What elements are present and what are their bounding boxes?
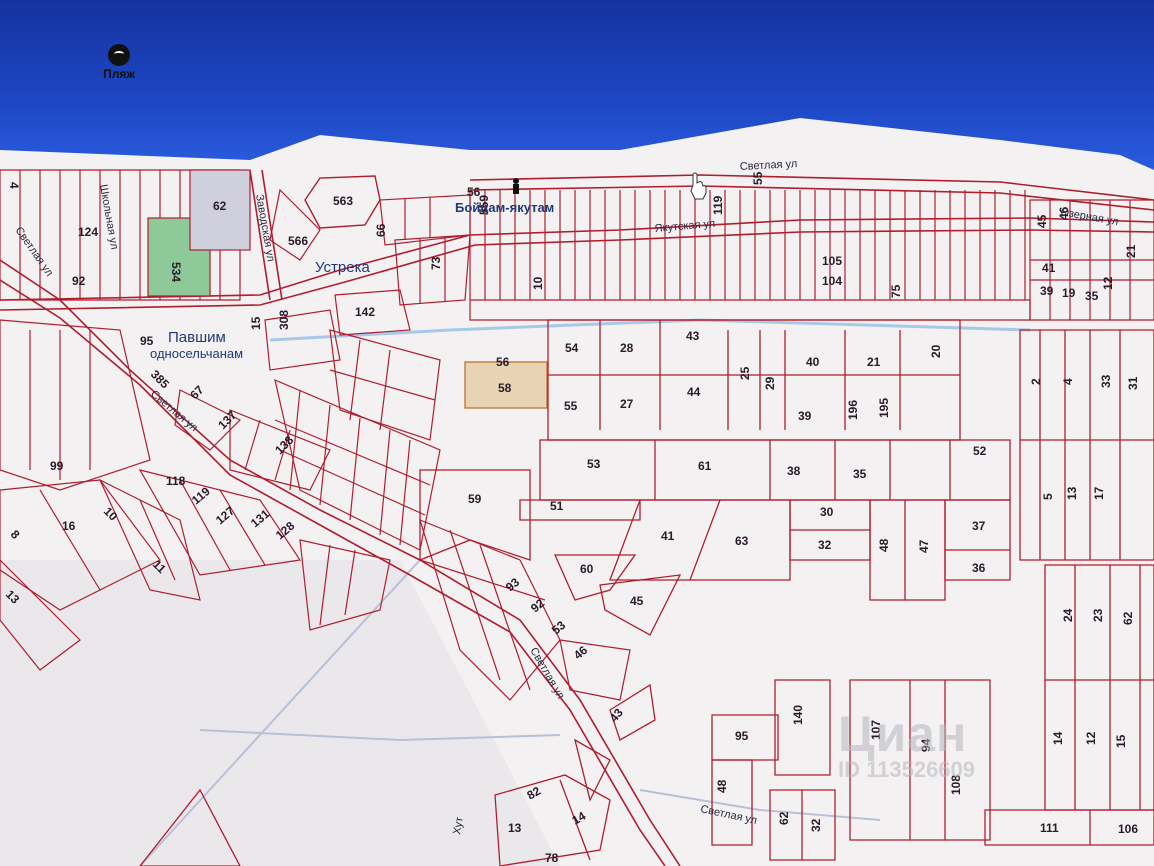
parcel-number[interactable]: 119 <box>711 195 725 215</box>
parcel-number[interactable]: 196 <box>846 400 860 420</box>
parcel-number[interactable]: 32 <box>809 818 823 832</box>
parcel-number[interactable]: 36 <box>972 561 986 575</box>
monument-icon <box>513 178 519 194</box>
parcel-number[interactable]: 23 <box>1091 608 1105 622</box>
parcel-number[interactable]: 20 <box>929 344 943 358</box>
parcel-number[interactable]: 104 <box>822 274 842 288</box>
parcel-number[interactable]: 10 <box>531 276 545 290</box>
parcel-number[interactable]: 45 <box>630 594 644 608</box>
parcel-number[interactable]: 45 <box>1035 214 1049 228</box>
parcel-number[interactable]: 63 <box>735 534 749 548</box>
parcel-number[interactable]: 99 <box>50 459 64 473</box>
parcel-number[interactable]: 38 <box>787 464 801 478</box>
parcel-number[interactable]: 40 <box>806 355 820 369</box>
parcel-number[interactable]: 32 <box>818 538 832 552</box>
parcel-number[interactable]: 61 <box>698 459 712 473</box>
parcel-number[interactable]: 55 <box>751 171 765 185</box>
place-label-ustreka: Устрека <box>315 259 370 276</box>
parcel-number[interactable]: 2 <box>1029 378 1043 385</box>
parcel-number[interactable]: 30 <box>820 505 834 519</box>
watermark: Циан ID 113526609 <box>838 705 975 783</box>
parcel-number[interactable]: 39 <box>1040 284 1054 298</box>
parcel-number[interactable]: 142 <box>355 305 375 319</box>
parcel-number[interactable]: 566 <box>288 234 308 248</box>
parcel-number[interactable]: 92 <box>72 274 86 288</box>
parcel-number[interactable]: 44 <box>687 385 701 399</box>
parcel-number[interactable]: 563 <box>333 194 353 208</box>
parcel-number[interactable]: 29 <box>763 376 777 390</box>
parcel-number[interactable]: 62 <box>213 199 227 213</box>
parcel-number[interactable]: 60 <box>580 562 594 576</box>
parcel-number[interactable]: 195 <box>877 398 891 418</box>
parcel-number[interactable]: 21 <box>867 355 881 369</box>
parcel-number[interactable]: 28 <box>620 341 634 355</box>
parcel-number[interactable]: 12 <box>1101 276 1115 290</box>
parcel-number[interactable]: 62 <box>777 811 791 825</box>
place-label-boytsam: Бойцам-якутам <box>455 200 554 215</box>
parcel-number[interactable]: 4 <box>7 182 21 189</box>
parcel-number[interactable]: 4 <box>1061 378 1075 385</box>
parcel-number[interactable]: 75 <box>889 284 903 298</box>
parcel-number[interactable]: 41 <box>1042 261 1056 275</box>
parcel-number[interactable]: 15 <box>249 316 263 330</box>
parcel-number[interactable]: 51 <box>550 499 564 513</box>
parcel-number[interactable]: 140 <box>791 705 805 725</box>
parcel-number[interactable]: 15 <box>1114 734 1128 748</box>
parcel-number[interactable]: 17 <box>1092 486 1106 500</box>
parcel-number[interactable]: 14 <box>1051 731 1065 745</box>
parcel-number[interactable]: 25 <box>738 366 752 380</box>
parcel-number[interactable]: 54 <box>565 341 579 355</box>
parcel-number[interactable]: 106 <box>1118 822 1138 836</box>
parcel-number[interactable]: 111 <box>1040 821 1059 835</box>
parcel-number[interactable]: 62 <box>1121 611 1135 625</box>
parcel-number[interactable]: 12 <box>1084 731 1098 745</box>
parcel-number[interactable]: 5 <box>1041 493 1055 500</box>
parcel-number[interactable]: 13 <box>1065 486 1079 500</box>
parcel-number[interactable]: 48 <box>715 779 729 793</box>
parcel-number[interactable]: 59 <box>468 492 482 506</box>
parcel-number[interactable]: 13 <box>508 821 522 835</box>
parcel-number[interactable]: 35 <box>1085 289 1099 303</box>
map-view[interactable]: Пляж 4 92 124 62 534 563 566 56 559 119 … <box>0 0 1154 866</box>
parcel-number[interactable]: 308 <box>277 310 291 330</box>
parcel-number[interactable]: 16 <box>62 519 76 533</box>
parcel-number[interactable]: 105 <box>822 254 842 268</box>
parcel-number[interactable]: 41 <box>661 529 675 543</box>
parcel-number[interactable]: 534 <box>169 262 183 282</box>
parcel-number[interactable]: 66 <box>374 223 388 237</box>
parcel-number[interactable]: 48 <box>877 538 891 552</box>
parcel-number[interactable]: 33 <box>1099 374 1113 388</box>
parcel-number[interactable]: 47 <box>917 539 931 553</box>
parcel-number[interactable]: 78 <box>545 851 559 865</box>
place-label-pavshim: Павшим <box>168 329 226 346</box>
parcel-number[interactable]: 58 <box>498 381 512 395</box>
parcel-number[interactable]: 55 <box>564 399 578 413</box>
parcel-number[interactable]: 31 <box>1126 376 1140 390</box>
watermark-brand: Циан <box>838 706 968 762</box>
parcel-number[interactable]: 73 <box>429 256 443 270</box>
parcel-number[interactable]: 39 <box>798 409 812 423</box>
watermark-id: ID 113526609 <box>838 757 976 782</box>
parcel-number[interactable]: 27 <box>620 397 634 411</box>
parcel-number[interactable]: 21 <box>1124 244 1138 258</box>
parcel-number[interactable]: 24 <box>1061 608 1075 622</box>
parcel-number[interactable]: 43 <box>686 329 700 343</box>
parcel-number[interactable]: 53 <box>587 457 601 471</box>
parcel-number[interactable]: 124 <box>78 225 98 239</box>
parcel-number[interactable]: 19 <box>1062 286 1076 300</box>
parcel-number[interactable]: 37 <box>972 519 986 533</box>
parcel-number[interactable]: 52 <box>973 444 987 458</box>
parcel-number[interactable]: 118 <box>166 474 186 488</box>
parcel-number[interactable]: 56 <box>496 355 510 369</box>
cadastral-map[interactable]: 4921246253456356656559 119554546667310105… <box>0 0 1154 866</box>
place-label-odnoselchanam: односельчанам <box>150 346 243 361</box>
parcel-number[interactable]: 35 <box>853 467 867 481</box>
parcel-number[interactable]: 95 <box>735 729 749 743</box>
